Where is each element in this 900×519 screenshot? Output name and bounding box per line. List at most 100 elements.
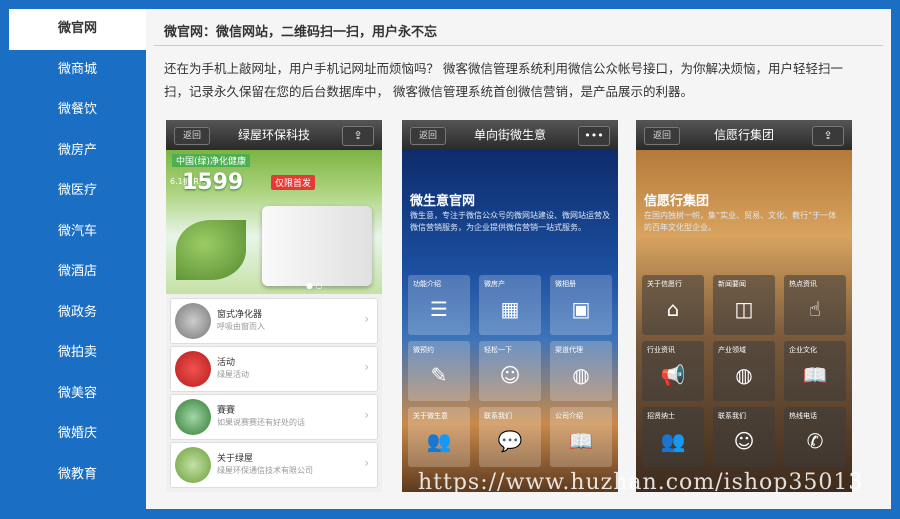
grid-item[interactable]: 微相册 ▣ — [550, 275, 612, 335]
picture-icon: ▣ — [571, 297, 591, 321]
grid-item-label: 微相册 — [555, 280, 576, 288]
list-item[interactable]: 賽賽 如果说赛赛还有好处的话 › — [170, 394, 378, 440]
sidebar-item-weihunqing[interactable]: 微婚庆 — [9, 414, 146, 455]
banner-top-text: 中国(绿)净化健康 — [172, 154, 251, 167]
users-icon: 👥 — [426, 429, 452, 453]
purifier-image — [262, 206, 372, 286]
phone-topbar: 返回 信愿行集团 ⇪ — [636, 120, 852, 150]
list-icon: ☰ — [430, 297, 448, 321]
list-item[interactable]: 窗式净化器 呼吸由窗而入 › — [170, 298, 378, 344]
sidebar-item-weishangcheng[interactable]: 微商城 — [9, 50, 146, 91]
chevron-right-icon: › — [364, 312, 369, 326]
rss-icon: ◫ — [734, 297, 754, 321]
share-icon[interactable]: ⇪ — [342, 126, 374, 146]
phone-title: 信愿行集团 — [713, 128, 774, 142]
grid-item-label: 公司介绍 — [555, 412, 583, 420]
back-button[interactable]: 返回 — [174, 127, 210, 145]
grid-item-label: 新闻要闻 — [718, 280, 746, 288]
grid-item[interactable]: 新闻要闻 ◫ — [713, 275, 775, 335]
thumbnail-image — [175, 303, 211, 339]
banner-promo: 仅限首发 — [271, 175, 316, 190]
sidebar-item-weipaimai[interactable]: 微拍卖 — [9, 333, 146, 374]
grid-item[interactable]: 热点资讯 ☝ — [784, 275, 846, 335]
grid-item-label: 渠道代理 — [555, 346, 583, 354]
grid-item[interactable]: 微房产 ▦ — [479, 275, 541, 335]
page-title: 微官网：微信网站，二维码扫一扫，用户永不忘 — [164, 25, 438, 40]
book-icon: 📖 — [802, 363, 828, 387]
list-item[interactable]: 活动 绿屋活动 › — [170, 346, 378, 392]
book-icon: 📖 — [568, 429, 594, 453]
grid-item[interactable]: 联系我们 ☺ — [713, 407, 775, 467]
globe-icon: ◍ — [572, 363, 590, 387]
watermark-text: https://www.huzhan.com/ishop35013 — [418, 470, 864, 495]
site-heading: 微生意官网 — [410, 194, 476, 209]
phone-preview-xinyuanxing: 返回 信愿行集团 ⇪ 信愿行集团 在国内独树一帜，集“实业、贸易、文化、教行”于… — [636, 120, 852, 492]
grid-item-label: 轻松一下 — [484, 346, 512, 354]
sidebar: 微官网 微商城 微餐饮 微房产 微医疗 微汽车 微酒店 微政务 微拍卖 微美容 … — [9, 9, 146, 509]
page-description: 还在为手机上敲网址，用户手机记网址而烦恼吗？ 微客微信管理系统利用微信公众帐号接… — [164, 61, 843, 99]
thumbnail-image — [175, 399, 211, 435]
banner-price: 1599 — [182, 170, 244, 195]
sidebar-item-weijiudian[interactable]: 微酒店 — [9, 252, 146, 293]
leaf-image — [176, 220, 246, 280]
grid-item-label: 行业资讯 — [647, 346, 675, 354]
grid-item[interactable]: 渠道代理 ◍ — [550, 341, 612, 401]
list-item-title: 窗式净化器 — [217, 310, 263, 320]
grid-item[interactable]: 微预约 ✎ — [408, 341, 470, 401]
grid-item-label: 功能介绍 — [413, 280, 441, 288]
sidebar-item-weiqiche[interactable]: 微汽车 — [9, 212, 146, 253]
list-item-title: 关于绿屋 — [217, 454, 254, 464]
grid-item[interactable]: 招贤纳士 👥 — [642, 407, 704, 467]
grid-item[interactable]: 公司介绍 📖 — [550, 407, 612, 467]
carousel-dots: ● ○ — [306, 281, 323, 290]
site-subtitle: 在国内独树一帜，集“实业、贸易、文化、教行”于一体的百年文化型企业。 — [644, 211, 837, 232]
list-item-subtitle: 绿屋活动 — [217, 370, 249, 379]
grid-item[interactable]: 功能介绍 ☰ — [408, 275, 470, 335]
grid-item[interactable]: 热线电话 ✆ — [784, 407, 846, 467]
grid-item[interactable]: 联系我们 💬 — [479, 407, 541, 467]
chevron-right-icon: › — [364, 360, 369, 374]
list-item[interactable]: 关于绿屋 绿屋环保通信技术有限公司 › — [170, 442, 378, 488]
back-button[interactable]: 返回 — [644, 127, 680, 145]
more-icon[interactable]: ••• — [578, 126, 610, 146]
sidebar-item-weiyiliao[interactable]: 微医疗 — [9, 171, 146, 212]
thumbnail-image — [175, 447, 211, 483]
sidebar-item-weicanyin[interactable]: 微餐饮 — [9, 90, 146, 131]
sidebar-item-weiguanwang[interactable]: 微官网 — [9, 9, 146, 50]
grid-item[interactable]: 关于信愿行 ⌂ — [642, 275, 704, 335]
grid-item-label: 热点资讯 — [789, 280, 817, 288]
phone-topbar: 返回 绿屋环保科技 ⇪ — [166, 120, 382, 150]
chevron-right-icon: › — [364, 456, 369, 470]
grid-item-label: 联系我们 — [484, 412, 512, 420]
building-icon: ▦ — [500, 297, 520, 321]
grid-item[interactable]: 企业文化 📖 — [784, 341, 846, 401]
phone-preview-weishengyi: 返回 单向街微生意 ••• 微生意官网 微生意，专注于微信公众号的微网站建设、微… — [402, 120, 618, 492]
back-button[interactable]: 返回 — [410, 127, 446, 145]
site-subtitle: 微生意，专注于微信公众号的微网站建设、微网站运营及微信营销服务，为企业提供微信营… — [410, 211, 610, 232]
home-icon: ⌂ — [666, 297, 680, 321]
grid-item[interactable]: 轻松一下 ☺ — [479, 341, 541, 401]
grid-item[interactable]: 行业资讯 📢 — [642, 341, 704, 401]
main-panel: 微官网：微信网站，二维码扫一扫，用户永不忘 还在为手机上敲网址，用户手机记网址而… — [146, 9, 891, 509]
chevron-right-icon: › — [364, 408, 369, 422]
list-item-subtitle: 绿屋环保通信技术有限公司 — [217, 466, 313, 475]
share-icon[interactable]: ⇪ — [812, 126, 844, 146]
grid-item-label: 微房产 — [484, 280, 505, 288]
banner-image: 中国(绿)净化健康 6.1折 RMB 1599 仅限首发 ● ○ — [166, 150, 382, 294]
sidebar-item-weimeirong[interactable]: 微美容 — [9, 374, 146, 415]
sidebar-item-weizhengwu[interactable]: 微政务 — [9, 293, 146, 334]
list-item-subtitle: 呼吸由窗而入 — [217, 322, 265, 331]
grid-item-label: 招贤纳士 — [647, 412, 675, 420]
megaphone-icon: 📢 — [660, 363, 686, 387]
sidebar-item-weijiaoyu[interactable]: 微教育 — [9, 455, 146, 496]
phone-title: 绿屋环保科技 — [237, 128, 310, 142]
grid-item-label: 关于微生意 — [413, 412, 448, 420]
grid-item[interactable]: 产业领域 ◍ — [713, 341, 775, 401]
phone-topbar: 返回 单向街微生意 ••• — [402, 120, 618, 150]
site-heading: 信愿行集团 — [644, 194, 710, 209]
grid-item-label: 产业领域 — [718, 346, 746, 354]
grid-item[interactable]: 关于微生意 👥 — [408, 407, 470, 467]
sidebar-item-weifangchan[interactable]: 微房产 — [9, 131, 146, 172]
globe-icon: ◍ — [735, 363, 753, 387]
chat-icon: 💬 — [497, 429, 523, 453]
